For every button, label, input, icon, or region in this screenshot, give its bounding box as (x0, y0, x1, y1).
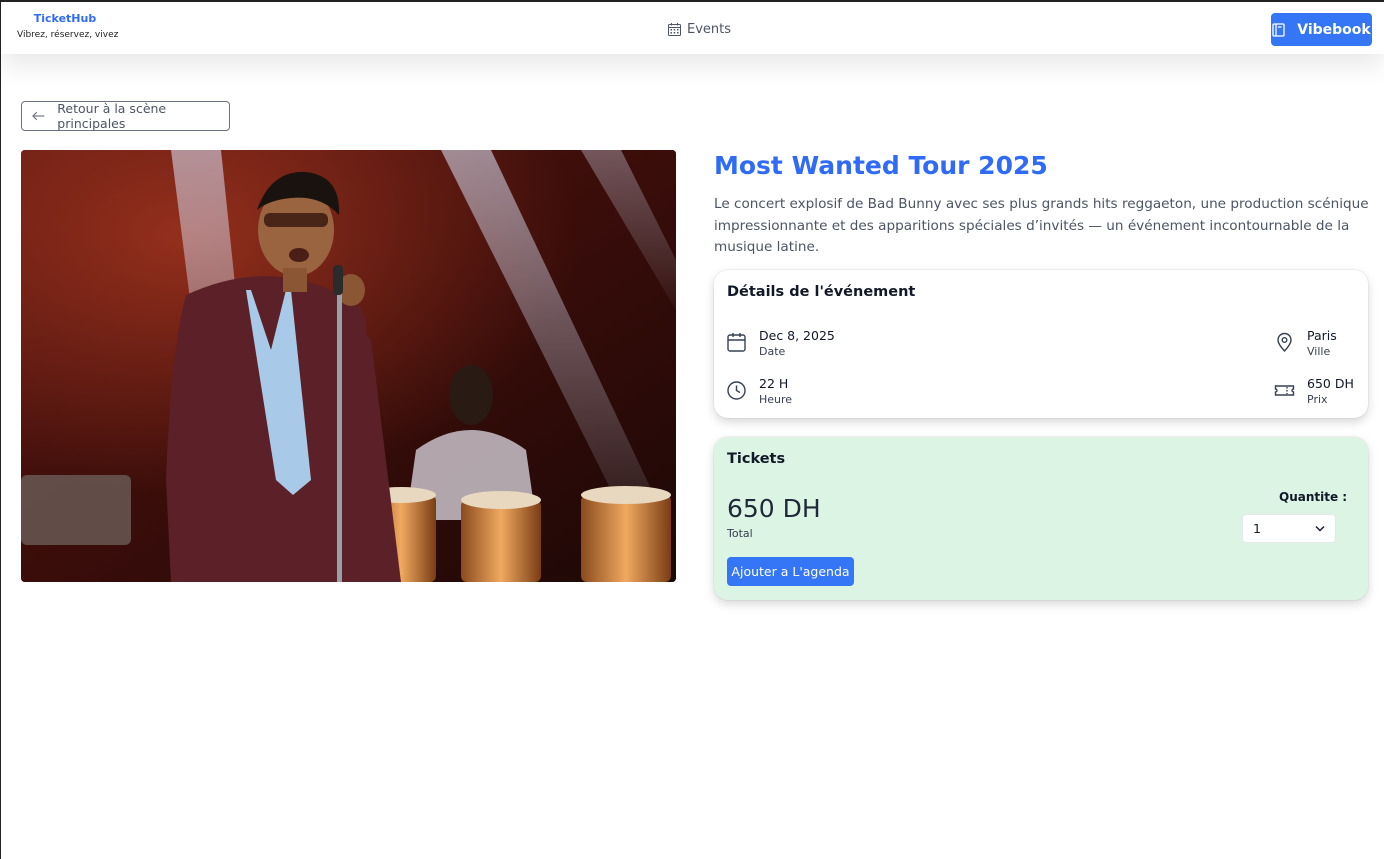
detail-price-label: Prix (1307, 393, 1328, 406)
nav-events-label: Events (687, 21, 732, 37)
detail-date-value: Dec 8, 2025 (759, 328, 835, 343)
ticket-icon (1274, 385, 1295, 396)
quantity-value: 1 (1253, 521, 1261, 536)
detail-city-value: Paris (1307, 328, 1337, 343)
arrow-left-icon (32, 111, 45, 121)
event-description: Le concert explosif de Bad Bunny avec se… (714, 196, 1369, 255)
tickets-card: Tickets 650 DH Total Quantite : 1 Ajoute… (714, 437, 1368, 600)
vibebook-button[interactable]: Vibebook (1271, 13, 1372, 46)
detail-date-label: Date (759, 345, 786, 358)
book-icon (1272, 22, 1285, 37)
detail-price-value: 650 DH (1307, 376, 1354, 391)
calendar-icon (727, 333, 746, 352)
add-to-agenda-button[interactable]: Ajouter a L'agenda (727, 557, 854, 586)
vibebook-label: Vibebook (1297, 21, 1371, 38)
quantity-select[interactable]: 1 (1242, 514, 1336, 543)
calendar-grid-icon (668, 22, 681, 36)
map-pin-icon (1277, 332, 1292, 353)
brand-name: TicketHub (33, 12, 97, 25)
event-title: Most Wanted Tour 2025 (714, 151, 1048, 180)
brand-tagline: Vibrez, réservez, vivez (17, 30, 119, 40)
detail-city-label: Ville (1307, 345, 1331, 358)
ticket-total-label: Total (727, 527, 753, 540)
detail-date: Dec 8, 2025 Date (726, 328, 835, 360)
clock-icon (727, 381, 746, 400)
ticket-total-price: 650 DH (727, 494, 821, 523)
back-button-label: Retour à la scène principales (57, 101, 167, 131)
detail-time: 22 H Heure (726, 376, 792, 408)
event-hero-image (21, 150, 676, 582)
event-details-card: Détails de l'événement Dec 8, 2025 Date … (714, 270, 1368, 418)
chevron-down-icon (1315, 526, 1325, 532)
brand-logo[interactable]: TicketHub Vibrez, réservez, vivez (17, 12, 119, 41)
tickets-title: Tickets (727, 451, 786, 467)
detail-city: Paris Ville (1274, 328, 1337, 360)
detail-time-label: Heure (759, 393, 793, 406)
detail-time-value: 22 H (759, 376, 789, 391)
back-button[interactable]: Retour à la scène principales (21, 101, 230, 131)
detail-price: 650 DH Prix (1274, 376, 1354, 408)
quantity-label: Quantite : (1279, 490, 1348, 504)
nav-events-link[interactable]: Events (668, 20, 731, 38)
top-navbar: TicketHub Vibrez, réservez, vivez Events… (1, 2, 1384, 54)
details-title: Détails de l'événement (727, 284, 916, 300)
